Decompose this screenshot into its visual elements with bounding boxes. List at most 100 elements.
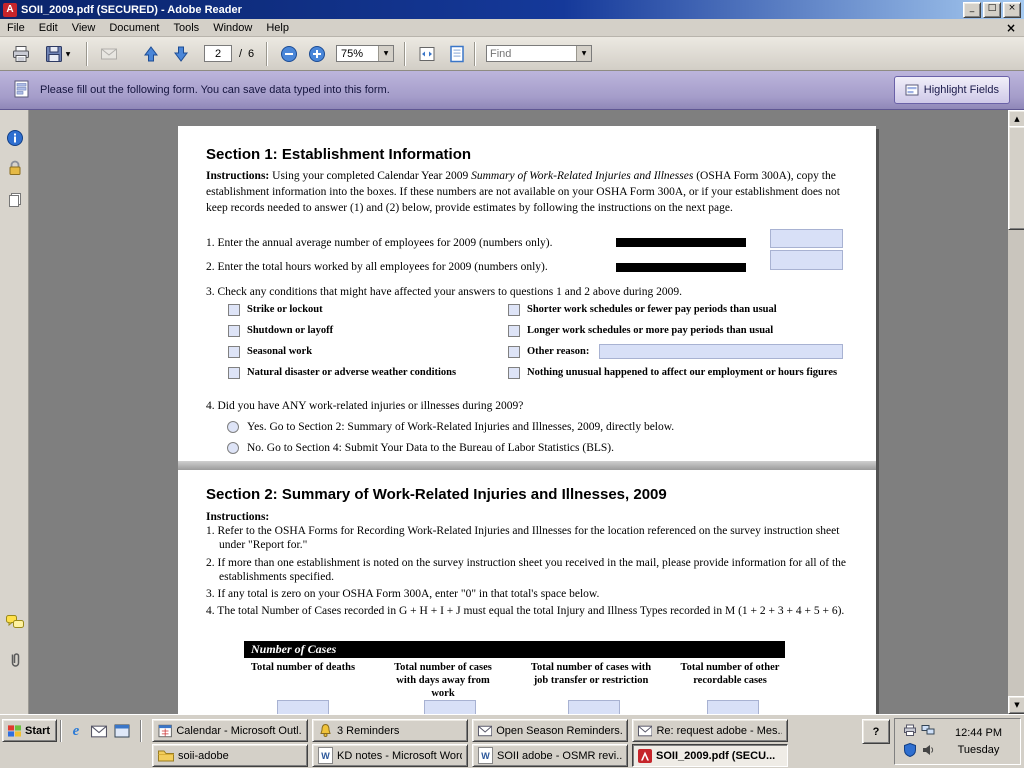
hours-worked-field[interactable] — [770, 250, 843, 270]
taskbar-button-kd-notes-word[interactable]: W KD notes - Microsoft Word — [312, 744, 468, 767]
taskbar-button-soii-pdf-active[interactable]: SOII_2009.pdf (SECU... — [632, 744, 788, 767]
question-2: 2. Enter the total hours worked by all e… — [206, 259, 548, 275]
maximize-button[interactable]: □ — [983, 2, 1001, 18]
radio-yes-label: Yes. Go to Section 2: Summary of Work-Re… — [247, 419, 674, 435]
radio-no[interactable] — [227, 442, 239, 454]
info-icon — [6, 129, 24, 147]
fit-width-button[interactable] — [414, 41, 440, 67]
section1-instructions: Instructions: Using your completed Calen… — [206, 168, 852, 216]
taskbar-button-re-request[interactable]: Re: request adobe - Mes... — [632, 719, 788, 742]
application-launcher[interactable] — [112, 721, 132, 741]
email-launcher[interactable] — [89, 721, 109, 741]
checkbox-other-reason[interactable] — [508, 346, 520, 358]
pages-panel-button[interactable] — [5, 190, 25, 210]
checkbox-longer-schedules[interactable] — [508, 325, 520, 337]
deaths-field[interactable] — [277, 700, 329, 714]
volume-tray-icon[interactable] — [922, 744, 935, 759]
instruction-item: 2. If more than one establishment is not… — [206, 556, 860, 585]
save-button[interactable]: ▼ — [38, 41, 76, 67]
menu-edit[interactable]: Edit — [32, 20, 65, 36]
checkbox-label: Shorter work schedules or fewer pay peri… — [527, 304, 777, 315]
section2-title: Section 2: Summary of Work-Related Injur… — [206, 486, 667, 503]
checkbox-seasonal-work[interactable] — [228, 346, 240, 358]
instruction-item: 1. Refer to the OSHA Forms for Recording… — [206, 524, 860, 553]
taskbar-button-soii-folder[interactable]: soii-adobe — [152, 744, 308, 767]
lock-icon — [6, 159, 24, 177]
zoom-out-button[interactable] — [276, 41, 302, 67]
other-recordable-field[interactable] — [707, 700, 759, 714]
page-number-input[interactable] — [204, 45, 232, 62]
close-button[interactable]: × — [1003, 2, 1021, 18]
zoom-in-icon — [307, 44, 327, 64]
network-tray-icon[interactable] — [921, 724, 935, 739]
how-to-panel-button[interactable] — [5, 128, 25, 148]
adobe-reader-app-icon: A — [3, 3, 17, 17]
chevron-down-icon[interactable]: ▼ — [378, 46, 393, 61]
taskbar-button-soii-osmr-word[interactable]: W SOII adobe - OSMR revi... — [472, 744, 628, 767]
menu-window[interactable]: Window — [206, 20, 259, 36]
checkbox-label: Strike or lockout — [247, 304, 323, 315]
application-icon — [114, 724, 130, 738]
checkbox-strike-lockout[interactable] — [228, 304, 240, 316]
other-reason-field[interactable] — [599, 344, 843, 359]
column-header-days-away: Total number of cases with days away fro… — [385, 661, 501, 700]
menu-view[interactable]: View — [65, 20, 103, 36]
job-transfer-field[interactable] — [568, 700, 620, 714]
taskbar-button-open-season[interactable]: Open Season Reminders... — [472, 719, 628, 742]
days-away-field[interactable] — [424, 700, 476, 714]
checkbox-nothing-unusual[interactable] — [508, 367, 520, 379]
taskbar-button-outlook-calendar[interactable]: Calendar - Microsoft Outl... — [152, 719, 308, 742]
security-panel-button[interactable] — [5, 158, 25, 178]
previous-page-button[interactable] — [138, 41, 164, 67]
title-bar[interactable]: A SOII_2009.pdf (SECURED) - Adobe Reader… — [0, 0, 1024, 19]
employees-count-field[interactable] — [770, 229, 843, 248]
print-button[interactable] — [8, 41, 34, 67]
windows-logo-icon — [7, 724, 22, 737]
taskbar-button-reminders[interactable]: 3 Reminders — [312, 719, 468, 742]
envelope-icon — [478, 725, 492, 737]
menu-help[interactable]: Help — [259, 20, 296, 36]
taskbar-divider — [60, 720, 62, 742]
zoom-level-value: 75% — [337, 48, 378, 60]
start-button[interactable]: Start — [2, 719, 57, 742]
security-shield-tray-icon[interactable] — [904, 743, 916, 760]
email-button[interactable] — [96, 41, 122, 67]
checkbox-shutdown-layoff[interactable] — [228, 325, 240, 337]
chevron-down-icon[interactable]: ▼ — [576, 46, 591, 61]
word-icon: W — [478, 747, 493, 764]
printer-tray-icon[interactable] — [903, 724, 917, 739]
toolbar-separator — [266, 42, 268, 66]
redacted-value-bar — [616, 238, 746, 247]
zoom-level-select[interactable]: 75% ▼ — [336, 45, 394, 62]
close-document-icon[interactable]: × — [1006, 21, 1016, 35]
scroll-down-button[interactable]: ▼ — [1008, 696, 1024, 714]
fit-page-button[interactable] — [444, 41, 470, 67]
find-box[interactable]: ▼ — [486, 45, 592, 62]
menu-file[interactable]: File — [0, 20, 32, 36]
taskbar-button-label: Open Season Reminders... — [496, 725, 622, 737]
section1-title: Section 1: Establishment Information — [206, 146, 471, 163]
comments-panel-button[interactable] — [5, 612, 25, 632]
redacted-value-bar — [616, 263, 746, 272]
checkbox-shorter-schedules[interactable] — [508, 304, 520, 316]
taskbar-button-label: SOII adobe - OSMR revi... — [497, 750, 622, 762]
help-window-button[interactable]: ? — [862, 719, 890, 744]
toolbar-separator — [474, 42, 476, 66]
menu-tools[interactable]: Tools — [167, 20, 207, 36]
zoom-in-button[interactable] — [304, 41, 330, 67]
menu-document[interactable]: Document — [102, 20, 166, 36]
vertical-scrollbar[interactable]: ▲ ▼ — [1008, 110, 1024, 714]
scrollbar-thumb[interactable] — [1008, 126, 1024, 230]
attachments-panel-button[interactable] — [5, 650, 25, 670]
radio-yes[interactable] — [227, 421, 239, 433]
checkbox-natural-disaster[interactable] — [228, 367, 240, 379]
minimize-button[interactable]: _ — [963, 2, 981, 18]
taskbar-button-label: Re: request adobe - Mes... — [656, 725, 782, 737]
taskbar-button-label: Calendar - Microsoft Outl... — [176, 725, 302, 737]
folder-icon — [158, 749, 174, 762]
internet-explorer-launcher[interactable]: e — [66, 721, 86, 741]
next-page-button[interactable] — [168, 41, 194, 67]
checkbox-label: Shutdown or layoff — [247, 325, 333, 336]
highlight-fields-button[interactable]: Highlight Fields — [894, 76, 1010, 104]
find-input[interactable] — [487, 48, 576, 60]
